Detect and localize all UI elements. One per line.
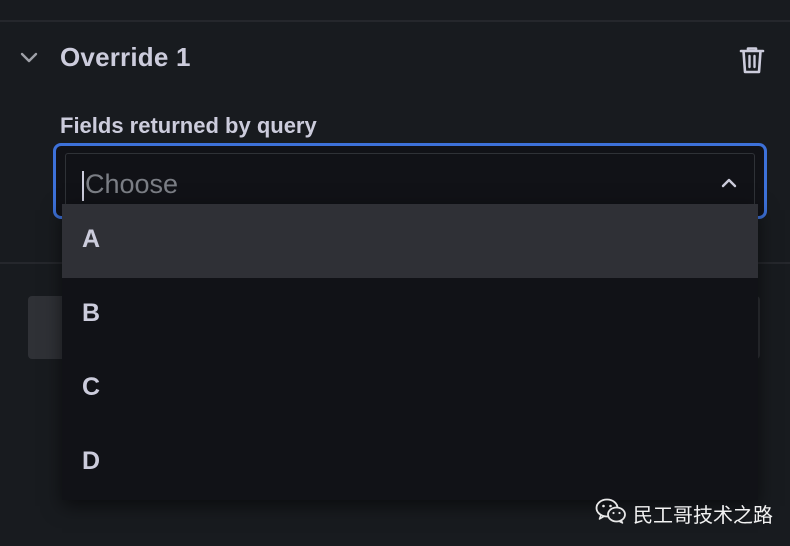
text-cursor — [82, 171, 84, 201]
trash-icon — [739, 47, 765, 74]
option-label: A — [82, 225, 101, 253]
option-b[interactable]: B — [62, 278, 758, 352]
watermark-text: 民工哥技术之路 — [633, 503, 773, 527]
select-search-input[interactable] — [85, 164, 685, 204]
options-dropdown: A B C D — [62, 204, 758, 500]
fields-returned-label: Fields returned by query — [60, 113, 317, 138]
top-divider — [0, 20, 790, 22]
option-label: D — [82, 447, 101, 475]
option-d[interactable]: D — [62, 426, 758, 500]
option-label: C — [82, 373, 101, 401]
override-title: Override 1 — [60, 42, 191, 72]
option-label: B — [82, 299, 101, 327]
dropdown-toggle[interactable] — [718, 172, 740, 194]
chevron-up-icon — [721, 178, 737, 188]
chevron-down-icon — [20, 52, 38, 63]
select-inner — [65, 153, 755, 209]
wechat-icon — [595, 498, 626, 524]
delete-override-button[interactable] — [736, 44, 768, 76]
option-c[interactable]: C — [62, 352, 758, 426]
option-a[interactable]: A — [62, 204, 758, 278]
collapse-override-button[interactable] — [17, 46, 41, 70]
